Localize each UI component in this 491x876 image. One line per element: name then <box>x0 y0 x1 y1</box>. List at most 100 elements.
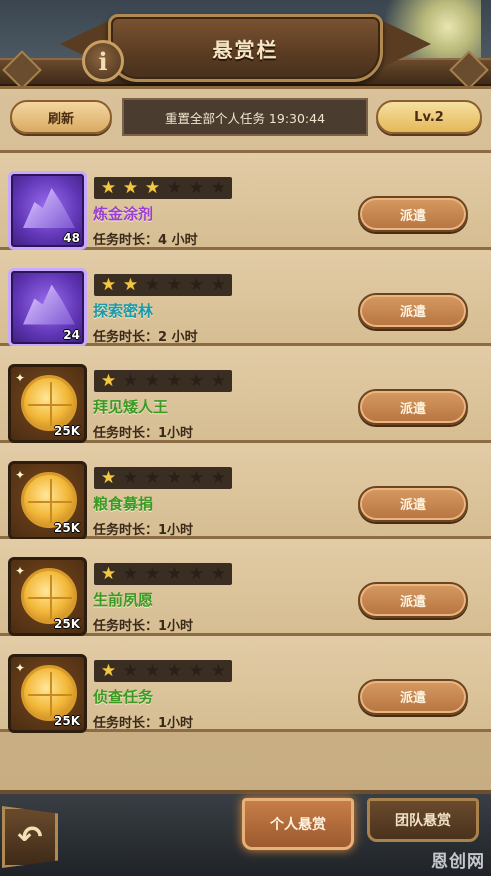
star-icon: ★ <box>122 660 139 681</box>
task-name: 探索密林 <box>93 301 154 320</box>
star-icon: ★ <box>122 467 139 488</box>
tab-personal-bounty[interactable]: 个人悬赏 <box>242 798 354 850</box>
task-name: 生前夙愿 <box>93 591 154 609</box>
star-icon: ★ <box>188 274 205 295</box>
star-icon: ★ <box>188 178 205 198</box>
sparkle-icon: ✦ <box>15 660 26 675</box>
star-icon: ★ <box>144 371 161 391</box>
gold-coin-icon <box>21 471 77 528</box>
header-banner: 悬赏栏 i <box>0 0 491 100</box>
task-row: ✦ 25K ★ ★ ★ ★ ★ ★ 粮食募捐 任务时长：1小时 派遣 <box>0 442 491 540</box>
sparkle-icon: ✦ <box>15 467 26 482</box>
star-icon: ★ <box>166 178 183 198</box>
reset-timer: 重置全部个人任务 19:30:44 <box>122 98 368 136</box>
reward-icon-frame[interactable]: 48 <box>8 171 87 250</box>
task-duration: 任务时长：1小时 <box>93 426 194 441</box>
info-button[interactable]: i <box>82 40 124 82</box>
task-row: ✦ 25K ★ ★ ★ ★ ★ ★ 生前夙愿 任务时长：1小时 派遣 <box>0 539 491 636</box>
star-icon: ★ <box>188 660 205 681</box>
dispatch-button[interactable]: 派遣 <box>358 582 468 618</box>
reward-count: 25K <box>54 713 80 728</box>
tab-team-bounty[interactable]: 团队悬赏 <box>367 798 479 842</box>
task-row: 48 ★ ★ ★ ★ ★ ★ 炼金涂剂 任务时长：4 小时 派遣 <box>0 153 491 250</box>
sparkle-icon: ✦ <box>15 564 26 578</box>
reward-icon-frame[interactable]: 24 <box>8 267 87 347</box>
difficulty-stars: ★ ★ ★ ★ ★ ★ <box>94 659 232 682</box>
dispatch-button[interactable]: 派遣 <box>358 678 468 715</box>
task-duration: 任务时长：2 小时 <box>93 329 198 345</box>
reward-icon-frame[interactable]: ✦ 25K <box>8 653 87 733</box>
task-list: 48 ★ ★ ★ ★ ★ ★ 炼金涂剂 任务时长：4 小时 派遣 24 ★ ★ ★ ★ ★ ★ 探索密林 任务时长：… <box>0 150 491 733</box>
difficulty-stars: ★ ★ ★ ★ ★ ★ <box>94 273 232 296</box>
task-row: 24 ★ ★ ★ ★ ★ ★ 探索密林任务时长：2 小时 派遣 <box>0 249 491 347</box>
star-icon: ★ <box>166 371 183 391</box>
gold-coin-icon <box>21 664 77 721</box>
star-icon: ★ <box>144 178 161 198</box>
info-icon: i <box>98 46 108 76</box>
refresh-button[interactable]: 刷新 <box>10 100 112 134</box>
star-icon: ★ <box>210 371 227 391</box>
gold-coin-icon <box>21 568 77 624</box>
task-name: 粮食募捐 <box>93 494 154 513</box>
reward-icon-frame[interactable]: ✦ 25K <box>8 364 87 443</box>
star-icon: ★ <box>100 564 117 584</box>
title-board: 悬赏栏 <box>108 14 383 82</box>
reward-count: 24 <box>63 327 80 342</box>
star-icon: ★ <box>122 371 139 391</box>
dispatch-button[interactable]: 派遣 <box>358 292 468 329</box>
star-icon: ★ <box>100 660 117 681</box>
difficulty-stars: ★ ★ ★ ★ ★ ★ <box>94 177 232 199</box>
watermark-logo: 恩创网 <box>431 852 485 872</box>
task-duration: 任务时长：1小时 <box>93 619 194 634</box>
star-icon: ★ <box>144 564 161 584</box>
star-icon: ★ <box>122 564 139 584</box>
star-icon: ★ <box>100 274 117 295</box>
star-icon: ★ <box>144 660 161 681</box>
task-duration: 任务时长：1小时 <box>93 522 194 538</box>
difficulty-stars: ★ ★ ★ ★ ★ ★ <box>94 466 232 489</box>
task-row: ✦ 25K ★ ★ ★ ★ ★ ★ 侦查任务 任务时长：1小时 派遣 <box>0 635 491 733</box>
star-icon: ★ <box>210 178 227 198</box>
reward-count: 25K <box>54 617 80 631</box>
star-icon: ★ <box>166 467 183 488</box>
difficulty-stars: ★ ★ ★ ★ ★ ★ <box>94 370 232 392</box>
star-icon: ★ <box>210 660 227 681</box>
task-duration: 任务时长：4 小时 <box>93 233 198 248</box>
gold-coin-icon <box>21 375 77 431</box>
sparkle-icon: ✦ <box>15 371 26 385</box>
level-button[interactable]: Lv.2 <box>376 100 482 134</box>
star-icon: ★ <box>122 274 139 295</box>
task-name: 侦查任务 <box>93 687 154 706</box>
star-icon: ★ <box>100 467 117 488</box>
star-icon: ★ <box>210 564 227 584</box>
reward-icon-frame[interactable]: ✦ 25K <box>8 557 87 636</box>
reward-count: 25K <box>54 520 80 535</box>
star-icon: ★ <box>144 467 161 488</box>
dispatch-button[interactable]: 派遣 <box>358 196 468 232</box>
star-icon: ★ <box>188 467 205 488</box>
back-arrow-icon: ↶ <box>17 819 43 855</box>
page-title: 悬赏栏 <box>212 37 279 62</box>
star-icon: ★ <box>188 564 205 584</box>
star-icon: ★ <box>166 274 183 295</box>
dispatch-button[interactable]: 派遣 <box>358 485 468 522</box>
purple-crystal-icon <box>23 284 75 325</box>
reward-icon-frame[interactable]: ✦ 25K <box>8 460 87 540</box>
star-icon: ★ <box>100 178 117 198</box>
star-icon: ★ <box>100 371 117 391</box>
star-icon: ★ <box>210 467 227 488</box>
reward-count: 25K <box>54 424 80 438</box>
back-button[interactable]: ↶ <box>2 806 58 868</box>
task-duration: 任务时长：1小时 <box>93 715 194 731</box>
task-row: ✦ 25K ★ ★ ★ ★ ★ ★ 拜见矮人王 任务时长：1小时 派遣 <box>0 346 491 443</box>
toolbar: 刷新 重置全部个人任务 19:30:44 Lv.2 <box>0 92 491 140</box>
star-icon: ★ <box>122 178 139 198</box>
task-name: 拜见矮人王 <box>93 398 169 416</box>
star-icon: ★ <box>166 660 183 681</box>
purple-crystal-icon <box>23 188 75 228</box>
star-icon: ★ <box>166 564 183 584</box>
wing-ornament-right <box>381 20 431 68</box>
star-icon: ★ <box>144 274 161 295</box>
dispatch-button[interactable]: 派遣 <box>358 389 468 425</box>
star-icon: ★ <box>188 371 205 391</box>
